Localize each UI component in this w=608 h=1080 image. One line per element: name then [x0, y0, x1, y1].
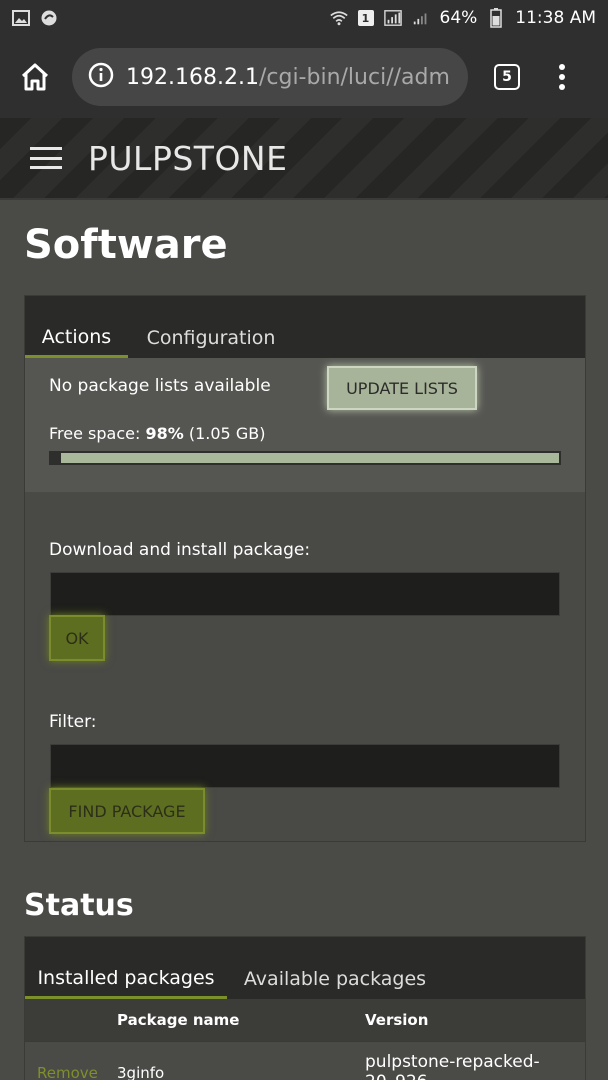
tab-available-packages[interactable]: Available packages — [239, 959, 431, 999]
more-vert-icon — [559, 64, 565, 90]
package-version: pulpstone-repacked-20_926 — [365, 1052, 540, 1080]
no-lists-text: No package lists available — [49, 376, 271, 396]
column-version: Version — [365, 1011, 429, 1029]
sim-icon: 1 — [357, 10, 374, 26]
download-label: Download and install package: — [49, 540, 311, 560]
actions-panel: Actions Configuration No package lists a… — [24, 295, 586, 842]
filter-input[interactable] — [50, 744, 560, 788]
free-space-size: (1.05 GB) — [188, 424, 266, 443]
hamburger-menu-icon[interactable] — [30, 147, 62, 169]
table-header: Package name Version — [25, 999, 585, 1041]
remove-link[interactable]: Remove — [37, 1064, 98, 1080]
url-host: 192.168.2.1 — [126, 64, 259, 90]
signal-icon-2 — [412, 9, 430, 27]
update-lists-button[interactable]: UPDATE LISTS — [327, 366, 477, 410]
wifi-icon — [329, 9, 348, 27]
info-icon[interactable] — [88, 62, 114, 92]
package-name: 3ginfo — [117, 1064, 165, 1080]
free-space-percent: 98% — [145, 424, 184, 443]
address-bar[interactable]: 192.168.2.1/cgi-bin/luci//adm — [72, 48, 468, 106]
download-package-input[interactable] — [50, 572, 560, 616]
home-icon — [21, 63, 49, 91]
free-space-bar — [49, 451, 561, 465]
status-panel: Installed packages Available packages Pa… — [24, 936, 586, 1080]
free-space-bar-fill — [61, 453, 559, 463]
free-space-label: Free space: — [49, 424, 141, 443]
package-lists-box: No package lists available UPDATE LISTS … — [25, 358, 585, 492]
battery-icon — [487, 8, 505, 28]
status-title: Status — [24, 888, 134, 923]
status-bar: 1 64% 11:38 AM — [0, 0, 608, 36]
filter-label: Filter: — [49, 712, 97, 732]
ok-button[interactable]: OK — [49, 615, 105, 661]
tab-configuration[interactable]: Configuration — [139, 318, 283, 358]
image-icon — [12, 9, 30, 27]
tab-actions[interactable]: Actions — [25, 318, 128, 358]
app-header: PULPSTONE — [0, 118, 608, 200]
url-path: /cgi-bin/luci//adm — [258, 64, 450, 90]
home-button[interactable] — [10, 52, 60, 102]
table-row: Remove 3ginfo pulpstone-repacked-20_926 — [25, 1041, 585, 1080]
brand-title: PULPSTONE — [88, 138, 288, 178]
column-package-name: Package name — [117, 1011, 240, 1029]
actions-tabbar: Actions Configuration — [25, 296, 585, 358]
page-title: Software — [24, 222, 228, 268]
tab-count: 5 — [494, 64, 520, 90]
browser-menu-button[interactable] — [542, 52, 582, 102]
signal-icon — [383, 9, 402, 27]
battery-percent: 64% — [439, 8, 478, 28]
free-space-text: Free space: 98% (1.05 GB) — [49, 424, 265, 443]
status-time: 11:38 AM — [515, 8, 596, 28]
tab-installed-packages[interactable]: Installed packages — [25, 959, 227, 999]
find-package-button[interactable]: FIND PACKAGE — [49, 788, 205, 834]
status-tabbar: Installed packages Available packages — [25, 937, 585, 999]
data-saver-icon — [40, 9, 58, 27]
tab-switcher-button[interactable]: 5 — [482, 52, 532, 102]
browser-toolbar: 192.168.2.1/cgi-bin/luci//adm 5 — [0, 36, 608, 118]
